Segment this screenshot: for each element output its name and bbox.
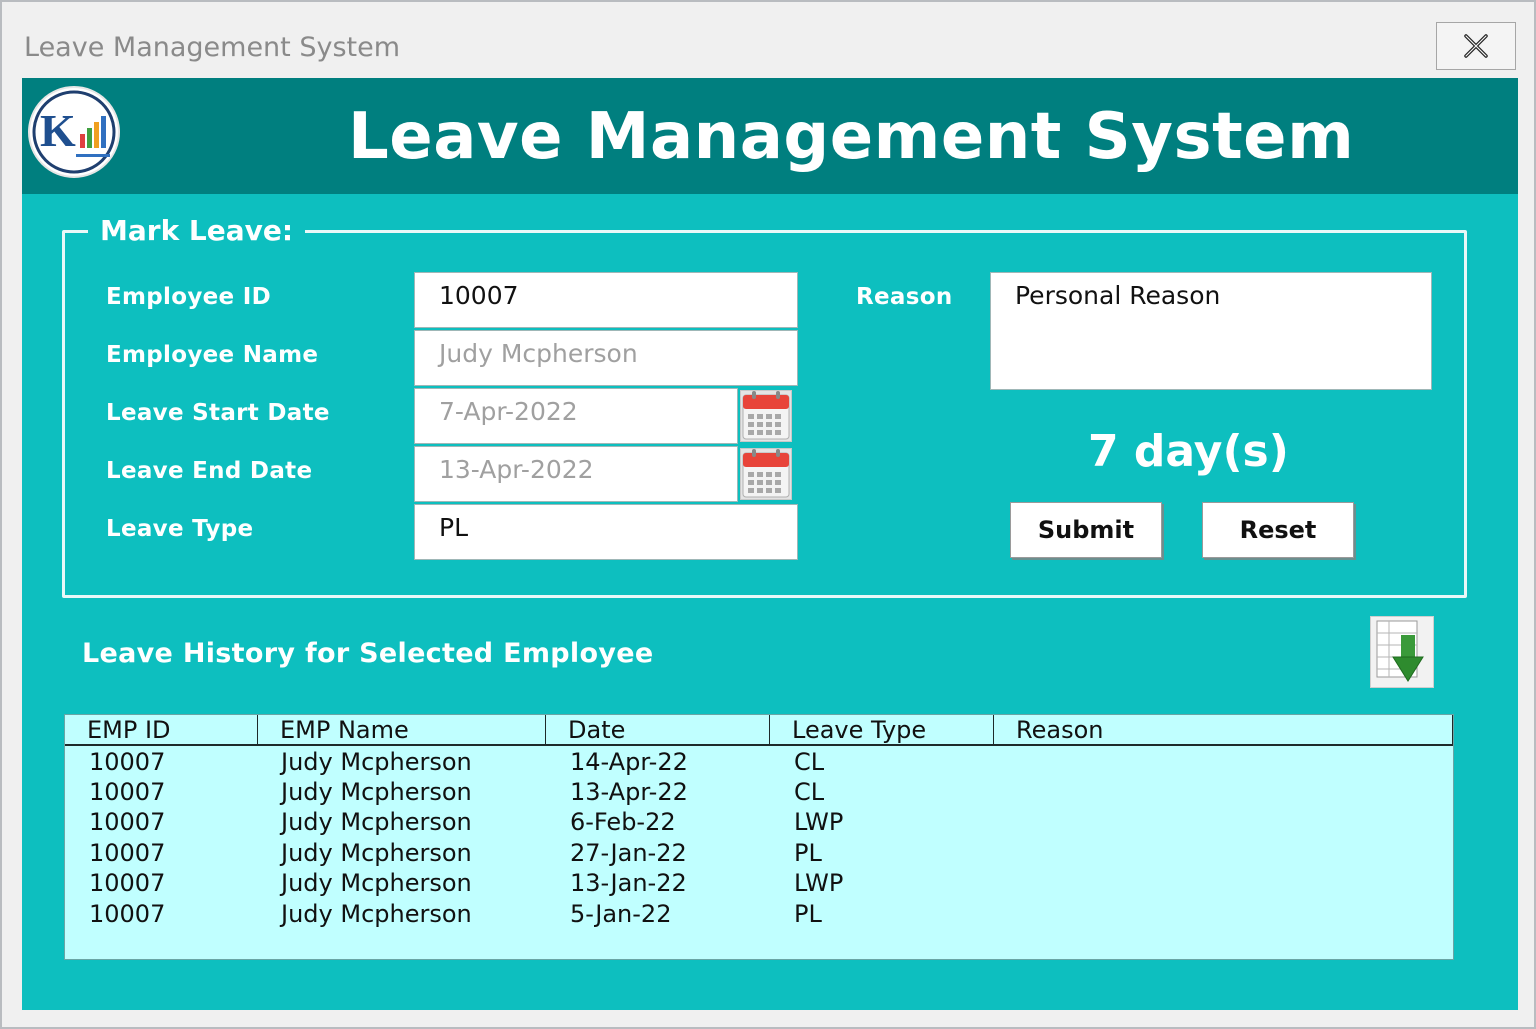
app-window: Leave Management System K Leave Manageme… <box>0 0 1536 1029</box>
cell-leave-type: LWP <box>794 808 844 836</box>
cell-emp-id: 10007 <box>89 839 166 867</box>
employee-id-input[interactable]: 10007 <box>414 272 798 328</box>
history-title: Leave History for Selected Employee <box>82 638 654 669</box>
form-client-area: K Leave Management System Mark Leave: Em… <box>22 78 1518 1010</box>
reset-button[interactable]: Reset <box>1202 502 1354 558</box>
leave-type-label: Leave Type <box>106 516 254 542</box>
list-item[interactable]: 10007 Judy Mcpherson 27-Jan-22 PL <box>65 838 1453 868</box>
export-button[interactable] <box>1370 616 1434 688</box>
cell-date: 5-Jan-22 <box>570 900 672 928</box>
list-item[interactable]: 10007 Judy Mcpherson 13-Apr-22 CL <box>65 777 1453 807</box>
cell-emp-id: 10007 <box>89 748 166 776</box>
cell-emp-id: 10007 <box>89 808 166 836</box>
cell-date: 6-Feb-22 <box>570 808 676 836</box>
employee-name-field: Judy Mcpherson <box>414 330 798 386</box>
leave-end-label: Leave End Date <box>106 458 313 484</box>
list-item[interactable]: 10007 Judy Mcpherson 5-Jan-22 PL <box>65 899 1453 929</box>
list-item[interactable]: 10007 Judy Mcpherson 14-Apr-22 CL <box>65 747 1453 777</box>
employee-id-label: Employee ID <box>106 284 271 310</box>
leave-start-label: Leave Start Date <box>106 400 330 426</box>
start-date-calendar-button[interactable] <box>740 390 792 442</box>
cell-emp-name: Judy Mcpherson <box>281 808 472 836</box>
cell-emp-id: 10007 <box>89 869 166 897</box>
svg-text:K: K <box>40 105 76 156</box>
window-title: Leave Management System <box>24 32 401 63</box>
header-banner: K Leave Management System <box>22 78 1518 194</box>
column-header-reason[interactable]: Reason <box>994 715 1453 746</box>
cell-emp-name: Judy Mcpherson <box>281 748 472 776</box>
cell-emp-id: 10007 <box>89 778 166 806</box>
cell-leave-type: CL <box>794 748 825 776</box>
employee-name-label: Employee Name <box>106 342 319 368</box>
cell-date: 13-Jan-22 <box>570 869 687 897</box>
column-header-emp-name[interactable]: EMP Name <box>258 715 546 746</box>
reason-textarea[interactable]: Personal Reason <box>990 272 1432 390</box>
cell-leave-type: LWP <box>794 869 844 897</box>
leave-days-count: 7 day(s) <box>1088 426 1289 477</box>
title-bar: Leave Management System <box>2 2 1534 76</box>
banner-title: Leave Management System <box>348 100 1355 174</box>
cell-emp-id: 10007 <box>89 900 166 928</box>
reason-label: Reason <box>856 284 953 310</box>
list-header: EMP ID EMP Name Date Leave Type Reason <box>65 715 1453 746</box>
submit-button[interactable]: Submit <box>1010 502 1162 558</box>
leave-end-date-input[interactable]: 13-Apr-2022 <box>414 446 738 502</box>
mark-leave-legend: Mark Leave: <box>88 214 306 247</box>
cell-leave-type: PL <box>794 839 822 867</box>
column-header-leave-type[interactable]: Leave Type <box>770 715 994 746</box>
cell-emp-name: Judy Mcpherson <box>281 839 472 867</box>
cell-leave-type: CL <box>794 778 825 806</box>
logo-icon: K <box>28 86 120 178</box>
cell-date: 27-Jan-22 <box>570 839 687 867</box>
cell-date: 14-Apr-22 <box>570 748 688 776</box>
cell-emp-name: Judy Mcpherson <box>281 869 472 897</box>
leave-history-list[interactable]: EMP ID EMP Name Date Leave Type Reason 1… <box>64 714 1454 960</box>
list-item[interactable]: 10007 Judy Mcpherson 6-Feb-22 LWP <box>65 807 1453 837</box>
export-excel-icon <box>1376 620 1424 682</box>
close-button[interactable] <box>1436 22 1516 70</box>
end-date-calendar-button[interactable] <box>740 448 792 500</box>
leave-type-combobox[interactable]: PL <box>414 504 798 560</box>
column-header-emp-id[interactable]: EMP ID <box>65 715 258 746</box>
column-header-date[interactable]: Date <box>546 715 770 746</box>
cell-date: 13-Apr-22 <box>570 778 688 806</box>
calendar-icon <box>742 391 790 440</box>
cell-emp-name: Judy Mcpherson <box>281 778 472 806</box>
leave-start-date-input[interactable]: 7-Apr-2022 <box>414 388 738 444</box>
close-icon <box>1464 34 1488 58</box>
cell-emp-name: Judy Mcpherson <box>281 900 472 928</box>
cell-leave-type: PL <box>794 900 822 928</box>
calendar-icon <box>742 449 790 498</box>
list-item[interactable]: 10007 Judy Mcpherson 13-Jan-22 LWP <box>65 868 1453 898</box>
